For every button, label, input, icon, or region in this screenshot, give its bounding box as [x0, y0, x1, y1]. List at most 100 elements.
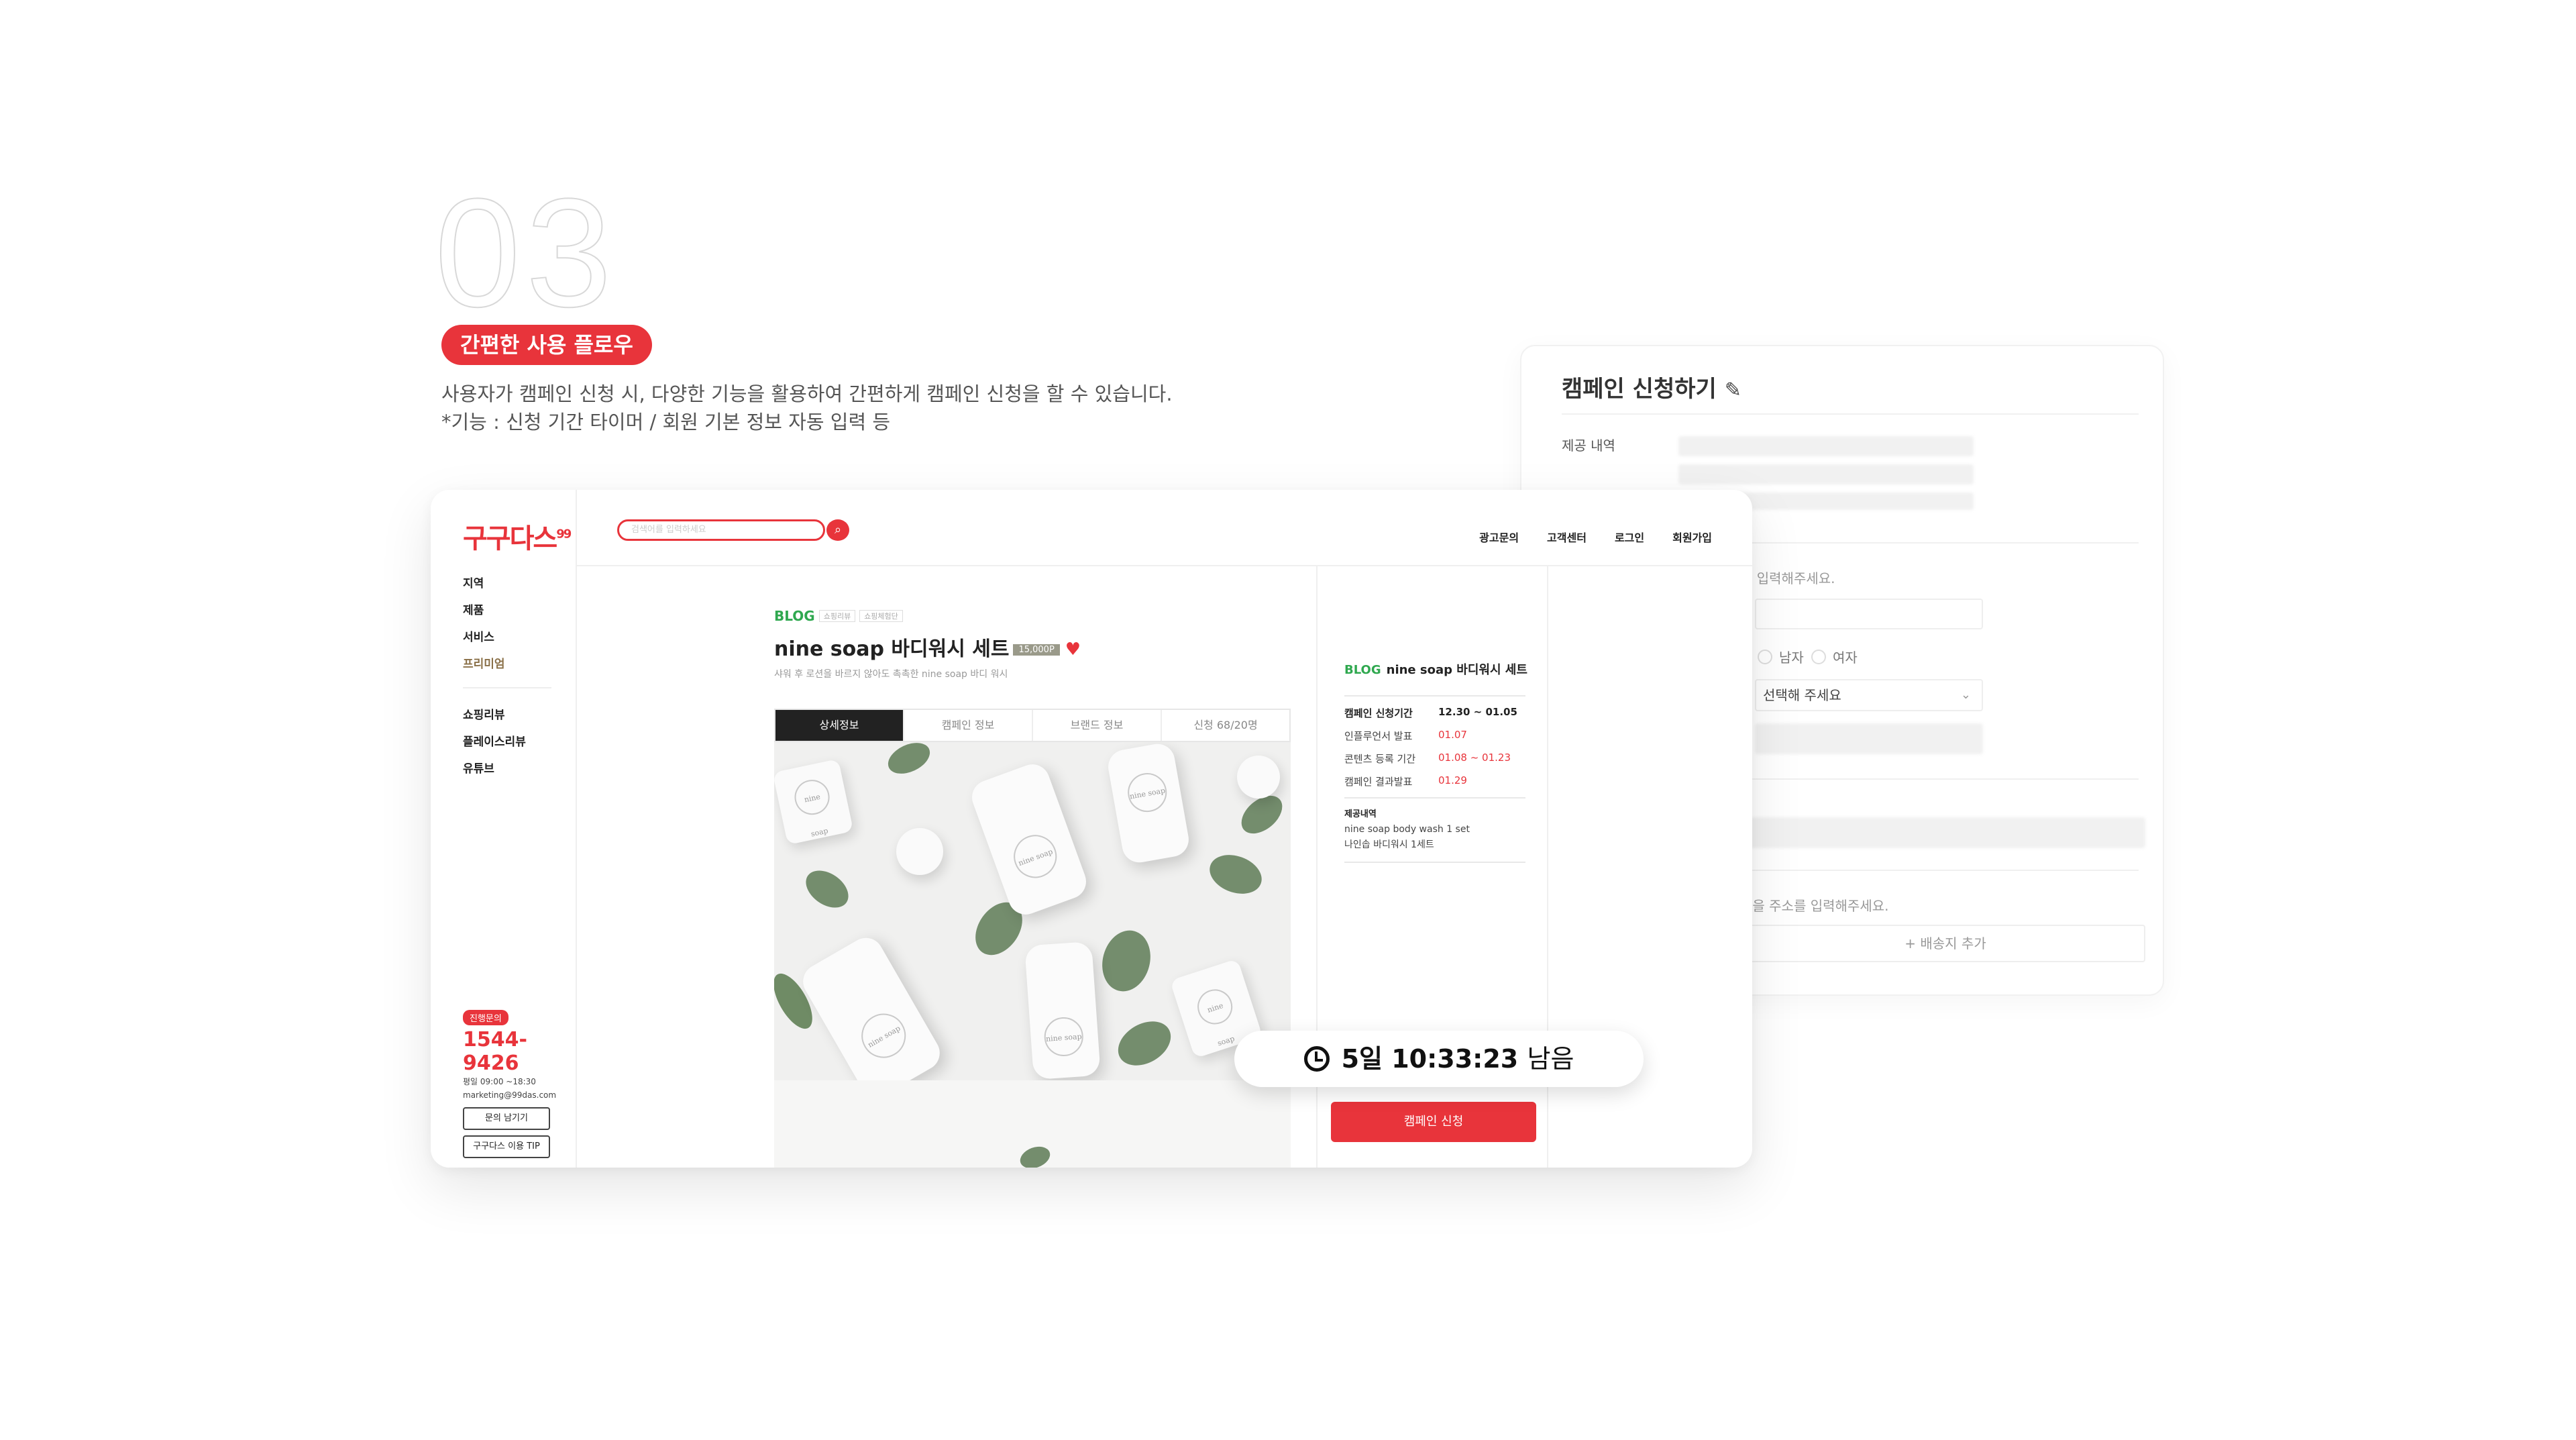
apply-panel-title: 캠페인 신청하기 ✎	[1562, 370, 1741, 403]
nav-ad-inquiry[interactable]: 광고문의	[1479, 529, 1519, 545]
tab-detail[interactable]: 상세정보	[775, 710, 904, 741]
campaign-title: nine soap 바디워시 세트	[1386, 663, 1527, 677]
provided-line-ko: 나인솝 바디워시 1세트	[1344, 839, 1434, 850]
channel-label: BLOG	[774, 608, 815, 624]
schedule-row: 콘텐츠 등록 기간 01.08 ~ 01.23	[1344, 752, 1511, 766]
step-feature-line: *기능 : 신청 기간 타이머 / 회원 기본 정보 자동 입력 등	[441, 411, 891, 433]
bottle: nine soap	[1024, 941, 1101, 1080]
contact-block: 진행문의 1544-9426 평일 09:00 ~18:30 marketing…	[463, 1010, 576, 1158]
contact-phone: 1544-9426	[463, 1028, 527, 1075]
soap-round	[1237, 756, 1280, 799]
divider	[1344, 862, 1525, 863]
product-title-row: nine soap 바디워시 세트 15,000P ♥	[774, 632, 1291, 662]
blurred-field	[1755, 723, 1983, 754]
leaf-shape	[883, 742, 935, 780]
points-badge: 15,000P	[1013, 644, 1060, 656]
schedule-row: 캠페인 결과발표 01.29	[1344, 774, 1467, 788]
tab-applicants[interactable]: 신청 68/20명	[1162, 710, 1289, 741]
contact-badge: 진행문의	[463, 1010, 508, 1025]
option-select[interactable]: 선택해 주세요 ⌄	[1755, 679, 1983, 711]
soap-bar: nine soap	[774, 758, 854, 845]
provided-label: 제공내역	[1344, 809, 1377, 819]
nav-login[interactable]: 로그인	[1615, 529, 1644, 545]
category-tag: 쇼핑리뷰	[818, 610, 856, 622]
tab-campaign-info[interactable]: 캠페인 정보	[904, 710, 1033, 741]
address-hint: 문을 주소를 입력해주세요.	[1740, 898, 1889, 914]
sidebar-item-youtube[interactable]: 유튜브	[463, 756, 526, 782]
leaf-shape	[1095, 925, 1157, 997]
product-detail: BLOG 쇼핑리뷰 쇼핑체험단 nine soap 바디워시 세트 15,000P ♥ …	[774, 608, 1291, 1168]
inquiry-button[interactable]: 문의 남기기	[463, 1107, 550, 1130]
divider	[1562, 413, 2139, 415]
soap-round	[896, 828, 943, 875]
bottle-label: nine soap	[1008, 829, 1063, 884]
schedule-label: 캠페인 신청기간	[1344, 707, 1413, 719]
schedule-label: 콘텐츠 등록 기간	[1344, 753, 1416, 765]
step-number: 03	[434, 166, 617, 339]
schedule-label: 인플루언서 발표	[1344, 730, 1413, 742]
bottle-label: nine soap	[853, 1005, 914, 1066]
sidebar-item-region[interactable]: 지역	[463, 570, 505, 597]
bottle: nine soap	[967, 759, 1091, 920]
leaf-shape	[799, 863, 855, 915]
sidebar-item-service[interactable]: 서비스	[463, 624, 505, 651]
campaign-apply-button[interactable]: 캠페인 신청	[1331, 1102, 1536, 1142]
logo-mark: 99	[556, 527, 572, 542]
soap-label: nine soap	[1193, 984, 1237, 1048]
blurred-address-field	[1746, 817, 2145, 848]
blurred-provided-value	[1678, 436, 1974, 456]
usage-tip-button[interactable]: 구구다스 이용 TIP	[463, 1135, 550, 1158]
bottle-label: nine soap	[1042, 1016, 1085, 1058]
contact-email: marketing@99das.com	[463, 1090, 557, 1100]
gender-male-radio[interactable]: 남자	[1758, 647, 1804, 666]
phone-input[interactable]	[1755, 599, 1983, 629]
schedule-label: 캠페인 결과발표	[1344, 776, 1413, 788]
step-description-line: 사용자가 캠페인 신청 시, 다양한 기능을 활용하여 간편하게 캠페인 신청을…	[441, 382, 1173, 405]
contact-hours: 평일 09:00 ~18:30	[463, 1077, 536, 1086]
sidebar-item-place-review[interactable]: 플레이스리뷰	[463, 729, 526, 756]
search-input[interactable]: 검색어를 입력하세요	[617, 519, 825, 541]
leaf-shape	[1017, 1143, 1053, 1168]
top-nav: 광고문의 고객센터 로그인 회원가입	[1479, 529, 1712, 545]
schedule-row: 인플루언서 발표 01.07	[1344, 729, 1467, 743]
blurred-provided-value	[1678, 464, 1974, 484]
divider	[1344, 695, 1525, 697]
schedule-value: 12.30 ~ 01.05	[1438, 706, 1517, 718]
product-channel-row: BLOG 쇼핑리뷰 쇼핑체험단	[774, 608, 1291, 624]
clock-icon	[1303, 1046, 1330, 1072]
site-logo[interactable]: 구구다스99	[463, 517, 572, 556]
gender-female-radio[interactable]: 여자	[1811, 647, 1858, 666]
campaign-summary-title: BLOG nine soap 바디워시 세트	[1344, 660, 1527, 678]
schedule-value: 01.07	[1438, 729, 1467, 741]
timer-suffix: 남음	[1527, 1044, 1574, 1074]
top-bar: 검색어를 입력하세요 ⌕ 광고문의 고객센터 로그인 회원가입	[577, 490, 1752, 566]
provided-line-en: nine soap body wash 1 set	[1344, 824, 1470, 835]
step-description: 사용자가 캠페인 신청 시, 다양한 기능을 활용하여 간편하게 캠페인 신청을…	[441, 380, 1173, 436]
divider	[1344, 797, 1525, 799]
sidebar-menu: 지역 제품 서비스 프리미엄	[463, 570, 505, 678]
product-subtitle: 샤워 후 로션을 바르지 않아도 촉촉한 nine soap 바디 워시	[774, 669, 1008, 680]
leaf-shape	[1110, 1012, 1179, 1075]
sidebar-item-premium[interactable]: 프리미엄	[463, 651, 505, 678]
bottle: nine soap	[1105, 742, 1192, 866]
step-title-pill: 간편한 사용 플로우	[441, 325, 652, 365]
schedule-value: 01.29	[1438, 774, 1467, 786]
provided-info: 제공내역 nine soap body wash 1 set 나인솝 바디워시 …	[1344, 807, 1470, 853]
timer-value: 5일 10:33:23	[1341, 1044, 1519, 1074]
sidebar-menu-review: 쇼핑리뷰 플레이스리뷰 유튜브	[463, 702, 526, 782]
sidebar-item-shopping-review[interactable]: 쇼핑리뷰	[463, 702, 526, 729]
tab-brand-info[interactable]: 브랜드 정보	[1033, 710, 1162, 741]
heart-icon[interactable]: ♥	[1065, 639, 1081, 660]
product-title: nine soap 바디워시 세트	[774, 637, 1010, 661]
bottle: nine soap	[796, 931, 947, 1080]
search-icon[interactable]: ⌕	[826, 519, 849, 541]
select-value: 선택해 주세요	[1763, 687, 1841, 703]
sidebar-item-product[interactable]: 제품	[463, 597, 505, 624]
product-photo: nine soap nine soap nine soap nine soap …	[774, 742, 1291, 1080]
add-address-button[interactable]: + 배송지 추가	[1746, 925, 2145, 962]
nav-customer-center[interactable]: 고객센터	[1547, 529, 1587, 545]
campaign-channel: BLOG	[1344, 663, 1381, 677]
product-tabs: 상세정보 캠페인 정보 브랜드 정보 신청 68/20명	[774, 709, 1291, 742]
nav-signup[interactable]: 회원가입	[1672, 529, 1712, 545]
soap-label: nine soap	[791, 776, 833, 839]
